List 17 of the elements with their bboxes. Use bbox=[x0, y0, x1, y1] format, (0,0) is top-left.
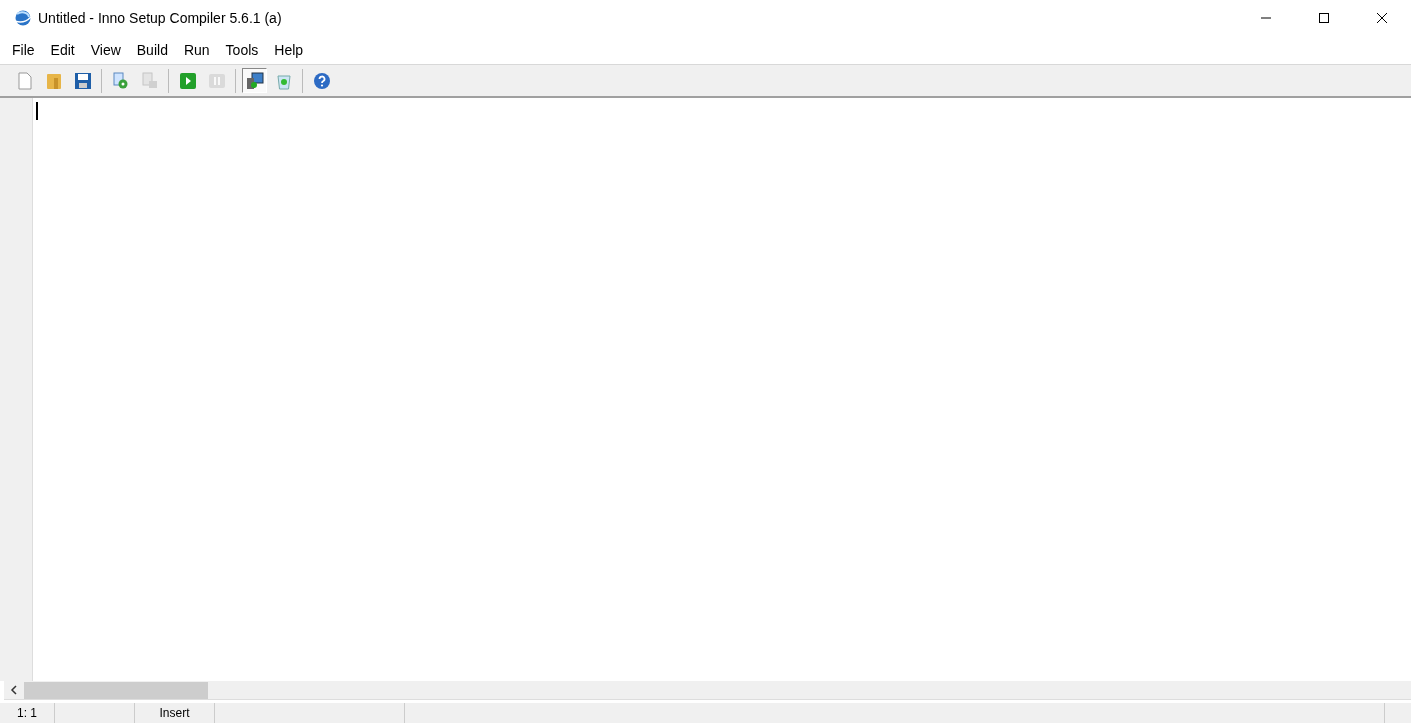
maximize-icon bbox=[1318, 12, 1330, 24]
text-cursor bbox=[36, 102, 38, 120]
menu-item[interactable]: View bbox=[82, 42, 129, 58]
horizontal-scrollbar[interactable] bbox=[4, 681, 1411, 700]
menu-item[interactable]: Build bbox=[128, 42, 176, 58]
scroll-left-icon[interactable] bbox=[10, 685, 18, 695]
cursor-position: 1: 1 bbox=[0, 703, 55, 723]
menu-item[interactable]: File bbox=[4, 42, 43, 58]
insert-mode-indicator: Insert bbox=[135, 703, 215, 723]
menu-item[interactable]: Run bbox=[175, 42, 218, 58]
menu-item[interactable]: Tools bbox=[217, 42, 267, 58]
window-title: Untitled - Inno Setup Compiler 5.6.1 (a) bbox=[38, 10, 282, 26]
menu-item[interactable]: Edit bbox=[42, 42, 83, 58]
close-icon bbox=[1376, 12, 1388, 24]
scrollbar-thumb[interactable] bbox=[24, 681, 208, 699]
app-globe-icon bbox=[14, 9, 32, 27]
menu-item[interactable]: Help bbox=[266, 42, 312, 58]
